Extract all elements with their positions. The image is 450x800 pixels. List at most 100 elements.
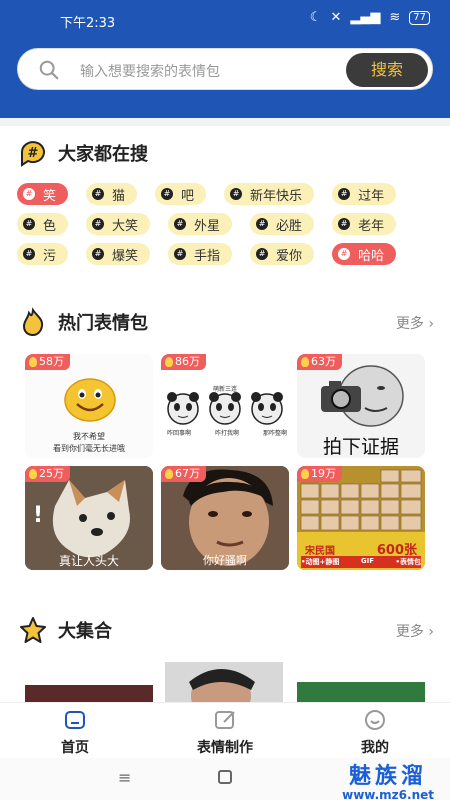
nav-home[interactable]: 首页 — [25, 709, 125, 757]
search-tag[interactable]: # 笑 — [17, 183, 69, 205]
search-tag-label: 色 — [43, 218, 57, 234]
collection-more-link[interactable]: 更多 › — [396, 621, 434, 641]
status-icons: ☾ ✕ ▂▄▆ ≋ 77 — [310, 10, 430, 25]
tag-row: # 色 # 大笑 # 外星 # 必胜 # 老年 — [17, 213, 437, 235]
sticker-card[interactable]: 19万 宋民国 600张 •动图+静图 GIF •表情包 — [297, 466, 425, 570]
popularity-badge: 67万 — [161, 466, 206, 482]
hashtag-bubble-icon: # — [21, 141, 45, 167]
search-tag-label: 新年快乐 — [250, 188, 303, 204]
section-divider — [0, 118, 450, 126]
search-tag[interactable]: # 新年快乐 — [224, 183, 315, 205]
search-tag[interactable]: # 猫 — [86, 183, 138, 205]
popularity-badge: 58万 — [25, 354, 70, 370]
search-tag-label: 爱你 — [276, 248, 303, 264]
collection-image — [165, 662, 283, 722]
sticker-caption: 我不希望 — [73, 432, 105, 441]
fire-icon — [29, 469, 37, 479]
menu-icon[interactable]: ≡ — [118, 768, 131, 787]
search-tag[interactable]: # 老年 — [332, 213, 397, 235]
search-bar[interactable]: 输入想要搜索的表情包 搜索 — [17, 48, 433, 90]
sticker-card[interactable]: 86万 萌新三连 咋回事啊 咋打我啊 那咋整啊 — [161, 354, 289, 458]
collage-sub: •动图+静图 GIF •表情包 — [301, 557, 421, 566]
search-tag[interactable]: # 吧 — [155, 183, 207, 205]
hashtag-icon: # — [174, 248, 187, 260]
search-tag-label: 大笑 — [112, 218, 139, 234]
hot-packs-title: 热门表情包 — [58, 313, 148, 334]
section-spacer — [0, 588, 450, 596]
search-tag[interactable]: # 污 — [17, 243, 69, 265]
hashtag-icon: # — [338, 248, 351, 260]
app-header: 下午2:33 ☾ ✕ ▂▄▆ ≋ 77 输入想要搜索的表情包 搜索 — [0, 0, 450, 118]
hashtag-icon: # — [161, 188, 174, 200]
collage-count: 600张 — [376, 543, 417, 558]
search-tag[interactable]: # 爱你 — [250, 243, 315, 265]
search-tag-label: 哈哈 — [358, 248, 385, 264]
tag-row: # 笑 # 猫 # 吧 # 新年快乐 # 过年 — [17, 183, 437, 205]
sticker-card[interactable]: 58万 我不希望 看到你们毫无长进哦 — [25, 354, 153, 458]
search-tag[interactable]: # 手指 — [168, 243, 233, 265]
sticker-captions: 咋回事啊 咋打我啊 那咋整啊 — [167, 430, 287, 437]
fire-icon — [29, 357, 37, 367]
home-square-icon[interactable] — [218, 770, 232, 784]
nav-create[interactable]: 表情制作 — [175, 709, 275, 757]
collection-section-title: 大集合 — [18, 615, 112, 645]
sticker-card[interactable]: 25万 ! 真让人头大 — [25, 466, 153, 570]
sticker-caption: 拍下证据 — [322, 436, 399, 458]
hot-packs-more-link[interactable]: 更多 › — [396, 313, 434, 333]
home-tab-icon — [65, 711, 85, 729]
search-tag-label: 外星 — [194, 218, 221, 234]
sticker-caption: 看到你们毫无长进哦 — [53, 444, 125, 453]
collage-title: 宋民国 — [305, 546, 335, 557]
hashtag-icon: # — [23, 218, 35, 230]
search-tag[interactable]: # 爆笑 — [86, 243, 151, 265]
hashtag-icon: # — [23, 248, 35, 260]
watermark-name: 魅族溜 — [349, 764, 428, 789]
hashtag-icon: # — [174, 218, 187, 230]
nav-create-label: 表情制作 — [197, 740, 253, 756]
search-tag-label: 污 — [43, 248, 57, 264]
battery-icon: 77 — [409, 10, 430, 25]
hashtag-icon: # — [338, 188, 351, 200]
search-icon — [39, 60, 59, 80]
fire-icon — [165, 469, 173, 479]
hashtag-icon: # — [256, 218, 269, 230]
search-input[interactable]: 输入想要搜索的表情包 — [80, 61, 220, 81]
hashtag-icon: # — [256, 248, 269, 260]
search-tag[interactable]: # 色 — [17, 213, 69, 235]
smiley-face-image — [64, 378, 116, 422]
search-tag-label: 爆笑 — [112, 248, 139, 264]
search-tag-label: 猫 — [112, 188, 126, 204]
sticker-card[interactable]: 67万 你好骚啊 — [161, 466, 289, 570]
collection-thumb[interactable] — [165, 662, 283, 722]
hashtag-icon: # — [230, 188, 243, 200]
hashtag-icon: # — [23, 188, 35, 200]
popularity-badge: 25万 — [25, 466, 70, 482]
edit-tab-icon — [215, 711, 235, 729]
popularity-badge: 86万 — [161, 354, 206, 370]
trending-tags: # 笑 # 猫 # 吧 # 新年快乐 # 过年 # 色 # 大笑 # 外星 # 必胜 # 老年 # 污 # 爆笑 # 手指 # 爱你 #… — [17, 183, 437, 273]
svg-text:#: # — [28, 146, 39, 161]
popularity-badge: 63万 — [297, 354, 342, 370]
nav-mine-label: 我的 — [361, 740, 389, 756]
trending-section-title: # 大家都在搜 — [18, 138, 148, 168]
sticker-card[interactable]: 63万 拍下证据 — [297, 354, 425, 458]
profile-tab-icon — [365, 710, 385, 730]
search-tag[interactable]: # 外星 — [168, 213, 233, 235]
search-tag-label: 必胜 — [276, 218, 303, 234]
fire-icon — [165, 357, 173, 367]
search-tag-label: 老年 — [358, 218, 385, 234]
fire-icon — [301, 357, 309, 367]
search-tag-label: 过年 — [358, 188, 385, 204]
flame-icon — [22, 307, 44, 337]
search-tag[interactable]: # 大笑 — [86, 213, 151, 235]
hashtag-icon: # — [338, 218, 351, 230]
moon-icon: ☾ — [309, 10, 322, 25]
nav-mine[interactable]: 我的 — [325, 709, 425, 757]
search-tag[interactable]: # 哈哈 — [332, 243, 397, 265]
svg-text:!: ! — [33, 503, 43, 528]
search-tag[interactable]: # 必胜 — [250, 213, 315, 235]
search-button[interactable]: 搜索 — [346, 53, 428, 87]
search-tag[interactable]: # 过年 — [332, 183, 397, 205]
watermark-url: www.mz6.net — [342, 788, 434, 800]
status-bar: 下午2:33 ☾ ✕ ▂▄▆ ≋ 77 — [0, 0, 450, 40]
